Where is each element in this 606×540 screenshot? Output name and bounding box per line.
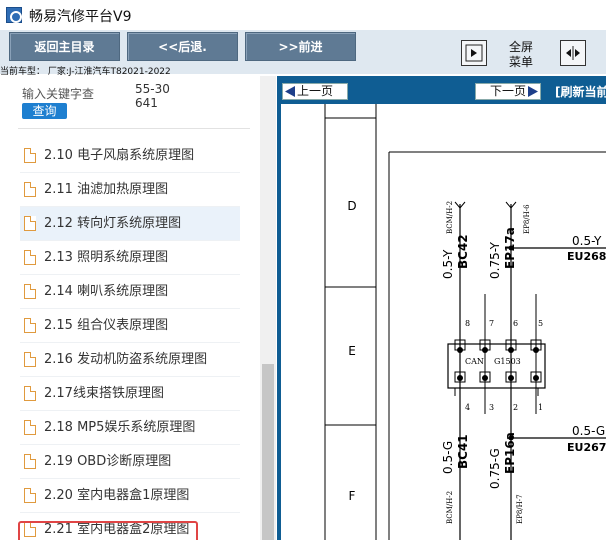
left-panel: 输入关键字查 55-30641 查询 2.10 电子风扇系统原理图 2.11 油滤…: [0, 76, 276, 540]
title-bar: 畅易汽修平台V9: [0, 0, 606, 30]
junction-top: [508, 245, 514, 251]
row-label-d: D: [347, 199, 356, 213]
document-icon: [24, 216, 36, 231]
pin-top-6: 6: [513, 319, 518, 328]
toc-item-label: 2.10 电子风扇系统原理图: [44, 148, 195, 163]
toc-item[interactable]: 2.16 发动机防盗系统原理图: [20, 343, 240, 377]
expand-view-button[interactable]: [461, 40, 487, 66]
right-top-signal: EU268e: [567, 250, 606, 263]
pin-dot-8: [457, 347, 463, 353]
wire-bottom-1: 0.5-G: [441, 441, 455, 474]
toc-item[interactable]: 2.15 组合仪表原理图: [20, 309, 240, 343]
wire-bottom-2: 0.75-G: [488, 448, 502, 489]
next-page-button[interactable]: 下一页: [475, 83, 541, 100]
toc-item[interactable]: 2.20 室内电器盒1原理图: [20, 479, 240, 513]
viewer-nav-bar: 上一页 下一页 [刷新当前: [277, 76, 606, 104]
document-icon: [24, 250, 36, 265]
document-icon: [24, 352, 36, 367]
toc-item-label: 2.18 MP5娱乐系统原理图: [44, 420, 196, 435]
document-icon: [24, 454, 36, 469]
row-label-e: E: [348, 344, 356, 358]
search-label[interactable]: 输入关键字查: [22, 85, 94, 102]
divider: [18, 128, 250, 129]
pin-dot-4: [457, 375, 463, 381]
signal-bottom-1: BC41: [456, 434, 470, 469]
toc-item-label: 2.12 转向灯系统原理图: [44, 216, 182, 231]
toc-item-label: 2.19 OBD诊断原理图: [44, 454, 172, 469]
pin-dot-5: [533, 347, 539, 353]
fullscreen-toggle-button[interactable]: [560, 40, 586, 66]
wiring-schematic: D E F 0.5-Y BC42 BCM/H-2 0.75-Y EP17a EP…: [324, 104, 606, 540]
toc-item-label: 2.17线束搭铁原理图: [44, 386, 164, 401]
signal-top-1: BC42: [456, 234, 470, 269]
toc-item-label: 2.13 照明系统原理图: [44, 250, 169, 265]
toc-item-label: 2.11 油滤加热原理图: [44, 182, 169, 197]
pin-top-7: 7: [489, 319, 494, 328]
document-icon: [24, 148, 36, 163]
toc-item[interactable]: 2.12 转向灯系统原理图: [20, 207, 240, 241]
forward-button[interactable]: >>前进: [245, 32, 356, 61]
toc-item[interactable]: 2.17线束搭铁原理图: [20, 377, 240, 411]
fullscreen-menu-label: 全屏菜单: [508, 40, 533, 69]
harness-bottom-2: EP8/H-7: [516, 494, 524, 524]
toc-item[interactable]: 2.13 照明系统原理图: [20, 241, 240, 275]
pin-bottom-1: 1: [538, 403, 543, 412]
signal-bottom-2: EP16a: [503, 432, 517, 474]
pin-bottom-2: 2: [513, 403, 518, 412]
toc-item-label: 2.15 组合仪表原理图: [44, 318, 169, 333]
search-input[interactable]: 55-30641: [135, 82, 175, 110]
pin-dot-6: [508, 347, 514, 353]
scrollbar-thumb[interactable]: [262, 364, 274, 540]
toc-item[interactable]: 2.18 MP5娱乐系统原理图: [20, 411, 240, 445]
pin-top-8: 8: [465, 319, 470, 328]
search-button[interactable]: 查询: [22, 103, 67, 119]
pin-top-5: 5: [538, 319, 543, 328]
document-icon: [24, 284, 36, 299]
toc-item[interactable]: 2.14 喇叭系统原理图: [20, 275, 240, 309]
document-icon: [24, 318, 36, 333]
document-icon: [24, 488, 36, 503]
pin-dot-1: [533, 375, 539, 381]
connector-code: G1503: [494, 357, 521, 366]
arrow-left-icon: [285, 86, 295, 97]
split-arrows-icon: [566, 46, 580, 60]
harness-top-2: EP8/H-6: [523, 204, 531, 234]
right-bottom-wire: 0.5-G: [572, 424, 605, 438]
harness-bottom-1: BCM/H-2: [446, 491, 454, 524]
toc-item-label: 2.20 室内电器盒1原理图: [44, 488, 190, 503]
document-icon: [24, 420, 36, 435]
toc-item[interactable]: 2.11 油滤加热原理图: [20, 173, 240, 207]
pin-dot-7: [482, 347, 488, 353]
selection-highlight: [18, 521, 198, 540]
toc-item-label: 2.14 喇叭系统原理图: [44, 284, 169, 299]
refresh-current-link[interactable]: [刷新当前: [555, 83, 606, 100]
pin-dot-3: [482, 375, 488, 381]
toc-item[interactable]: 2.10 电子风扇系统原理图: [20, 139, 240, 173]
connector-label: CAN: [465, 357, 484, 366]
document-icon: [24, 386, 36, 401]
pin-bottom-3: 3: [489, 403, 494, 412]
app-icon: [6, 7, 22, 23]
window-title: 畅易汽修平台V9: [29, 9, 132, 25]
back-to-main-button[interactable]: 返回主目录: [9, 32, 120, 61]
expand-icon: [465, 44, 483, 62]
diagram-viewer: 上一页 下一页 [刷新当前 D E F 0.5-Y BC42 BCM/H-2 0…: [277, 76, 606, 540]
toc-item-label: 2.16 发动机防盗系统原理图: [44, 352, 208, 367]
document-icon: [24, 182, 36, 197]
toc-item[interactable]: 2.19 OBD诊断原理图: [20, 445, 240, 479]
prev-page-button[interactable]: 上一页: [282, 83, 348, 100]
harness-top-1: BCM/H-2: [446, 201, 454, 234]
wire-top-2: 0.75-Y: [488, 241, 502, 279]
right-top-wire: 0.5-Y: [572, 234, 602, 248]
toc-list: 2.10 电子风扇系统原理图 2.11 油滤加热原理图 2.12 转向灯系统原理图 2…: [20, 139, 240, 540]
back-button[interactable]: <<后退.: [127, 32, 238, 61]
row-label-f: F: [349, 489, 356, 503]
right-bottom-signal: EU267e: [567, 441, 606, 454]
arrow-right-icon: [528, 86, 538, 97]
pin-dot-2: [508, 375, 514, 381]
pin-bottom-4: 4: [465, 403, 470, 412]
wire-top-1: 0.5-Y: [441, 249, 455, 279]
